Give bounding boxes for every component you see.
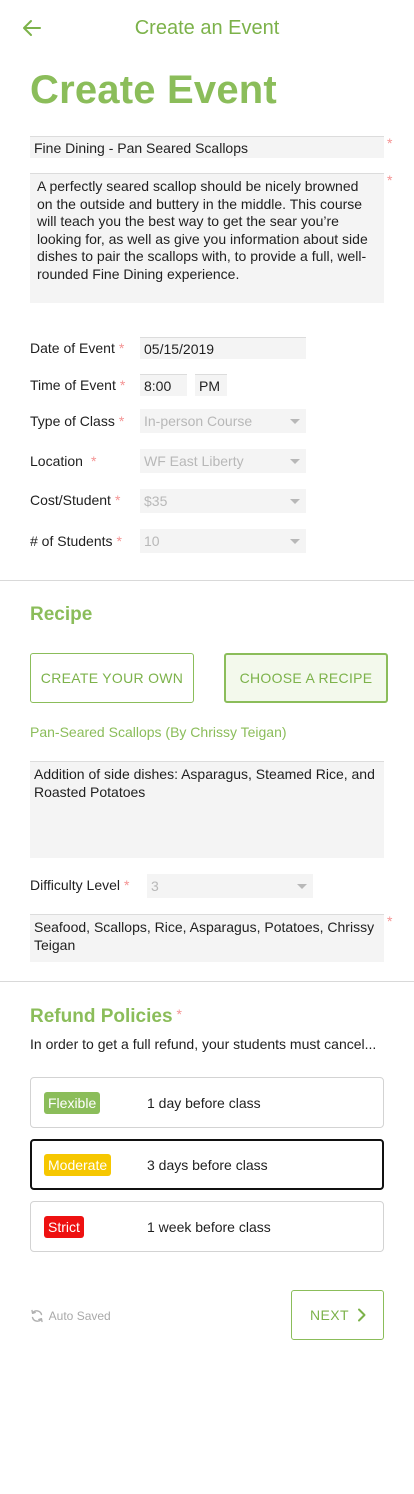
time-period-input[interactable]: PM <box>195 374 227 396</box>
next-button[interactable]: NEXT <box>291 1290 384 1340</box>
required-marker: * <box>387 172 393 188</box>
policy-text: 1 day before class <box>147 1095 261 1111</box>
chevron-down-icon <box>290 539 300 544</box>
policy-badge: Moderate <box>44 1154 112 1176</box>
policy-text: 3 days before class <box>147 1157 268 1173</box>
section-divider <box>0 981 414 982</box>
policy-badge: Strict <box>44 1216 84 1238</box>
difficulty-label: Difficulty Level * <box>30 877 130 893</box>
chevron-down-icon <box>290 499 300 504</box>
recipe-section-title: Recipe <box>30 604 93 625</box>
location-value: WF East Liberty <box>144 453 244 469</box>
autosave-status: Auto Saved <box>30 1309 111 1323</box>
sync-icon <box>31 1309 43 1323</box>
difficulty-value: 3 <box>151 878 159 894</box>
students-value: 10 <box>144 533 160 549</box>
refund-section-title: Refund Policies * <box>30 1006 182 1027</box>
location-label: Location * <box>30 453 97 469</box>
chevron-down-icon <box>290 459 300 464</box>
chevron-down-icon <box>290 419 300 424</box>
policy-text: 1 week before class <box>147 1219 271 1235</box>
event-description-textarea[interactable]: A perfectly seared scallop should be nic… <box>30 173 384 303</box>
policy-card-flexible[interactable]: Flexible 1 day before class <box>30 1077 384 1128</box>
create-your-own-button[interactable]: CREATE YOUR OWN <box>30 653 194 703</box>
chevron-right-icon <box>358 1308 366 1322</box>
required-marker: * <box>387 135 393 151</box>
time-label: Time of Event * <box>30 377 126 393</box>
section-divider <box>0 580 414 581</box>
location-select[interactable]: WF East Liberty <box>140 449 306 473</box>
refund-intro-text: In order to get a full refund, your stud… <box>30 1036 377 1052</box>
time-input[interactable]: 8:00 <box>140 374 187 396</box>
students-select[interactable]: 10 <box>140 529 306 553</box>
students-label: # of Students * <box>30 533 122 549</box>
policy-card-strict[interactable]: Strict 1 week before class <box>30 1201 384 1252</box>
class-type-value: In-person Course <box>144 413 253 429</box>
selected-recipe-link[interactable]: Pan-Seared Scallops (By Chrissy Teigan) <box>30 724 287 740</box>
recipe-notes-textarea[interactable]: Addition of side dishes: Asparagus, Stea… <box>30 761 384 858</box>
next-label: NEXT <box>310 1307 349 1323</box>
date-input[interactable]: 05/15/2019 <box>140 337 306 359</box>
required-marker: * <box>387 913 393 929</box>
policy-badge: Flexible <box>44 1092 101 1114</box>
app-bar-title: Create an Event <box>134 17 280 39</box>
autosave-label: Auto Saved <box>48 1309 111 1323</box>
cost-label: Cost/Student * <box>30 492 121 508</box>
recipe-tags-textarea[interactable]: Seafood, Scallops, Rice, Asparagus, Pota… <box>30 914 384 962</box>
cost-select[interactable]: $35 <box>140 489 306 513</box>
difficulty-select[interactable]: 3 <box>147 874 313 898</box>
choose-recipe-button[interactable]: CHOOSE A RECIPE <box>224 653 388 703</box>
class-type-label: Type of Class * <box>30 413 125 429</box>
policy-card-moderate[interactable]: Moderate 3 days before class <box>30 1139 384 1190</box>
chevron-down-icon <box>297 884 307 889</box>
cost-value: $35 <box>144 493 168 509</box>
page-title: Create Event <box>30 68 277 112</box>
date-label: Date of Event * <box>30 340 125 356</box>
class-type-select[interactable]: In-person Course <box>140 409 306 433</box>
top-app-bar: Create an Event <box>0 0 414 56</box>
event-title-input[interactable]: Fine Dining - Pan Seared Scallops <box>30 136 384 158</box>
